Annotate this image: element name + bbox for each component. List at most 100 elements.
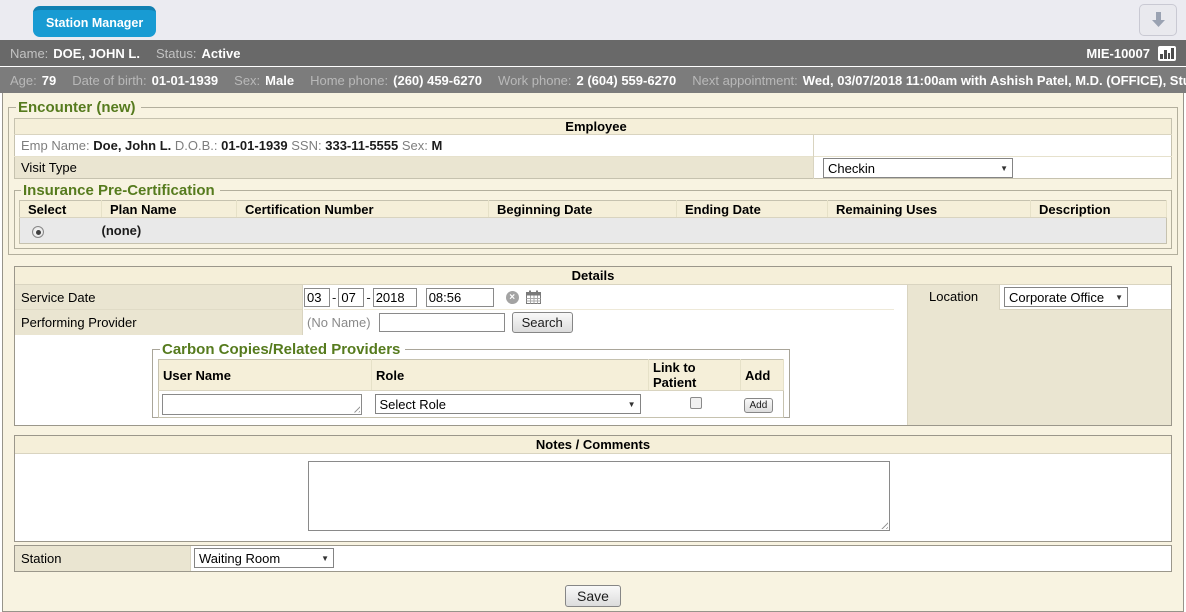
- emp-sex-value: M: [432, 138, 443, 153]
- plan-name-value: (none): [102, 223, 142, 238]
- visit-type-row: Visit Type Checkin ▼: [15, 157, 1172, 179]
- station-manager-tab[interactable]: Station Manager: [33, 6, 156, 37]
- column-beginning-date: Beginning Date: [489, 201, 677, 218]
- role-select[interactable]: Select Role ▼: [375, 394, 641, 414]
- carbon-copies-legend: Carbon Copies/Related Providers: [160, 341, 405, 358]
- insurance-precertification-fieldset: Insurance Pre-Certification Select Plan …: [14, 182, 1172, 249]
- insurance-header-row: Select Plan Name Certification Number Be…: [20, 201, 1167, 218]
- patient-name-bar: Name: DOE, JOHN L. Status: Active MIE-10…: [0, 40, 1186, 66]
- age-label: Age:: [10, 73, 37, 88]
- emp-dob-label: D.O.B.:: [175, 138, 218, 153]
- service-date-month-input[interactable]: [304, 288, 330, 307]
- next-appointment-label: Next appointment:: [692, 73, 798, 88]
- clear-date-icon[interactable]: ×: [506, 291, 519, 304]
- dob-value: 01-01-1939: [152, 73, 219, 88]
- details-label-column: Service Date Performing Provider: [15, 285, 303, 335]
- dropdown-arrow-icon: ▼: [1115, 293, 1123, 302]
- role-selected-value: Select Role: [380, 397, 446, 412]
- details-rows: Service Date Performing Provider - - ×: [15, 285, 1171, 425]
- location-label: Location: [929, 289, 978, 304]
- link-to-patient-checkbox[interactable]: [690, 397, 702, 409]
- insurance-row-none: (none): [20, 218, 1167, 244]
- column-plan-name: Plan Name: [102, 201, 237, 218]
- status-value: Active: [201, 46, 240, 61]
- carbon-copies-input-row: Select Role ▼ Add: [159, 391, 784, 418]
- performing-provider-row: (No Name) Search: [304, 310, 894, 335]
- carbon-copies-table: User Name Role Link to Patient Add: [158, 359, 784, 418]
- details-header: Details: [15, 267, 1171, 285]
- visit-type-selected-value: Checkin: [828, 161, 875, 176]
- location-selected-value: Corporate Office: [1009, 290, 1104, 305]
- next-appointment-value: Wed, 03/07/2018 11:00am with Ashish Pate…: [803, 73, 1186, 88]
- visit-type-select[interactable]: Checkin ▼: [823, 158, 1013, 178]
- precert-select-radio[interactable]: [32, 226, 44, 238]
- details-section: Details Service Date Performing Provider…: [14, 266, 1172, 426]
- save-row: Save: [3, 585, 1183, 607]
- dropdown-arrow-icon: ▼: [1000, 164, 1008, 173]
- emp-sex-label: Sex:: [402, 138, 428, 153]
- emp-name-value: Doe, John L.: [93, 138, 171, 153]
- record-id: MIE-10007: [1086, 46, 1150, 61]
- insurance-precertification-legend: Insurance Pre-Certification: [21, 182, 220, 199]
- service-date-year-input[interactable]: [373, 288, 417, 307]
- notes-header: Notes / Comments: [15, 436, 1171, 454]
- carbon-copies-header-row: User Name Role Link to Patient Add: [159, 360, 784, 391]
- dob-label: Date of birth:: [72, 73, 146, 88]
- save-button[interactable]: Save: [565, 585, 621, 607]
- service-date-row: - - ×: [304, 285, 894, 310]
- location-select[interactable]: Corporate Office ▼: [1004, 287, 1128, 307]
- status-label: Status:: [156, 46, 196, 61]
- home-phone-value: (260) 459-6270: [393, 73, 482, 88]
- column-select: Select: [20, 201, 102, 218]
- insurance-precertification-table: Select Plan Name Certification Number Be…: [19, 200, 1167, 244]
- emp-ssn-value: 333-11-5555: [325, 138, 398, 153]
- age-value: 79: [42, 73, 56, 88]
- column-role: Role: [372, 360, 649, 391]
- home-phone-label: Home phone:: [310, 73, 388, 88]
- search-button[interactable]: Search: [512, 312, 573, 333]
- emp-ssn-label: SSN:: [291, 138, 321, 153]
- service-time-input[interactable]: [426, 288, 494, 307]
- employee-info-row: Emp Name: Doe, John L. D.O.B.: 01-01-193…: [15, 135, 1172, 157]
- user-name-input[interactable]: [162, 394, 362, 415]
- employee-header: Employee: [15, 119, 1172, 135]
- performing-provider-input[interactable]: [379, 313, 505, 332]
- dropdown-arrow-icon: ▼: [628, 400, 636, 409]
- location-column: Location Corporate Office ▼: [907, 285, 1171, 425]
- date-separator: -: [366, 290, 370, 305]
- bar-chart-icon[interactable]: [1158, 46, 1176, 61]
- calendar-icon[interactable]: [526, 290, 541, 304]
- patient-name: DOE, JOHN L.: [53, 46, 140, 61]
- notes-body: [15, 454, 1171, 541]
- sex-label: Sex:: [234, 73, 260, 88]
- column-add: Add: [741, 360, 784, 391]
- encounter-legend: Encounter (new): [16, 99, 141, 116]
- station-section: Station Waiting Room ▼: [14, 545, 1172, 572]
- employee-table: Employee Emp Name: Doe, John L. D.O.B.: …: [14, 118, 1172, 179]
- notes-textarea[interactable]: [308, 461, 890, 531]
- station-cell: Waiting Room ▼: [191, 546, 1171, 571]
- download-button[interactable]: [1139, 4, 1177, 36]
- location-cell: Corporate Office ▼: [999, 285, 1171, 310]
- column-description: Description: [1031, 201, 1167, 218]
- demographics-bar: Age: 79 Date of birth: 01-01-1939 Sex: M…: [0, 66, 1186, 93]
- dropdown-arrow-icon: ▼: [321, 554, 329, 563]
- sex-value: Male: [265, 73, 294, 88]
- station-select[interactable]: Waiting Room ▼: [194, 548, 334, 568]
- add-button[interactable]: Add: [744, 398, 774, 413]
- date-separator: -: [332, 290, 336, 305]
- encounter-form: Encounter (new) Employee Emp Name: Doe, …: [2, 93, 1184, 612]
- encounter-fieldset: Encounter (new) Employee Emp Name: Doe, …: [8, 99, 1178, 255]
- station-label: Station: [15, 546, 191, 571]
- service-date-day-input[interactable]: [338, 288, 364, 307]
- column-remaining-uses: Remaining Uses: [828, 201, 1031, 218]
- emp-name-label: Emp Name:: [21, 138, 90, 153]
- column-link-to-patient: Link to Patient: [649, 360, 741, 391]
- station-selected-value: Waiting Room: [199, 551, 280, 566]
- work-phone-value: 2 (604) 559-6270: [577, 73, 677, 88]
- column-user-name: User Name: [159, 360, 372, 391]
- performing-provider-value: (No Name): [307, 315, 371, 330]
- name-label: Name:: [10, 46, 48, 61]
- service-date-label: Service Date: [15, 285, 302, 310]
- carbon-copies-fieldset: Carbon Copies/Related Providers User Nam…: [152, 341, 790, 418]
